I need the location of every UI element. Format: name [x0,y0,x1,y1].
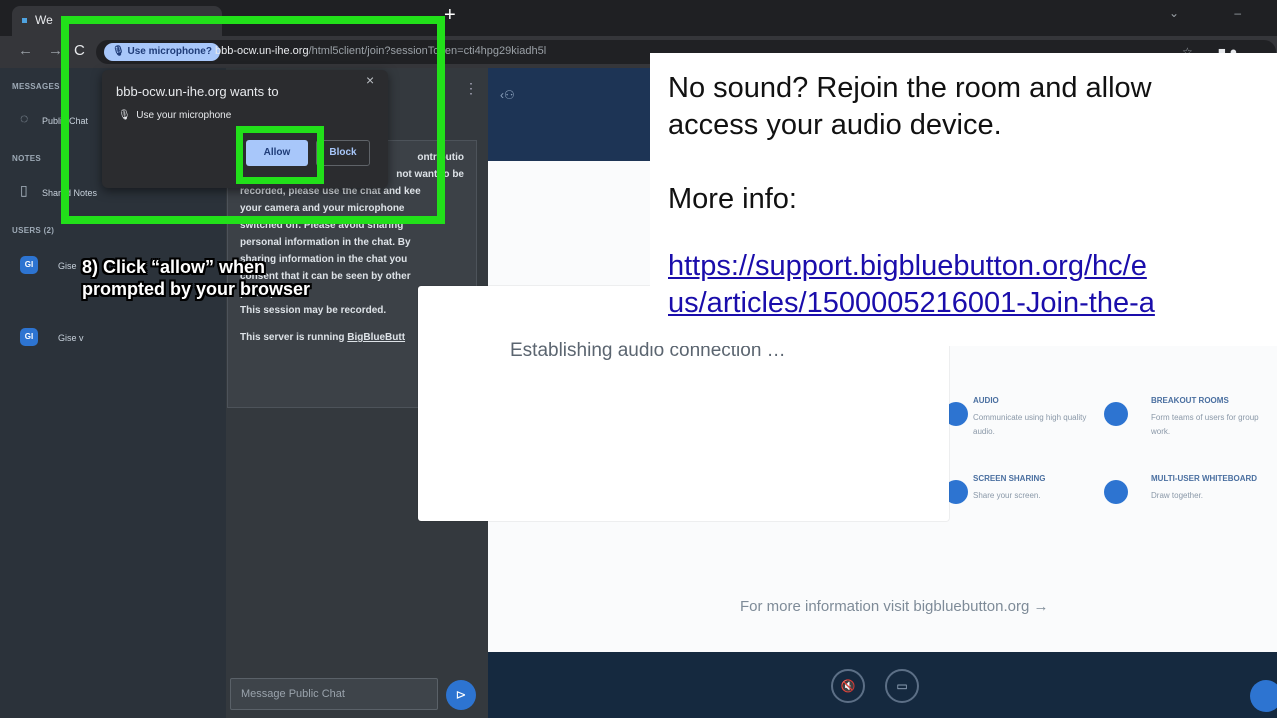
notes-header: NOTES [12,154,42,163]
info-line: access your audio device. [668,109,1002,141]
tab-favicon-icon [22,18,27,24]
user-name[interactable]: Gise v [58,333,84,343]
tab-title: We [35,13,53,27]
feature-title: AUDIO [973,396,999,405]
feature-desc: Draw together. [1151,491,1204,500]
support-link-line[interactable]: https://support.bigbluebutton.org/hc/e [668,248,1155,285]
info-line: More info: [668,183,797,215]
highlight-box [61,16,445,224]
step-caption-line: prompted by your browser [82,279,311,299]
support-link[interactable]: https://support.bigbluebutton.org/hc/e u… [668,248,1155,322]
feature-desc: Communicate using high quality audio. [973,413,1087,436]
feature-title: MULTI-USER WHITEBOARD [1151,474,1258,483]
whiteboard-icon [1104,480,1128,504]
action-bar [488,652,1277,718]
more-info-footer[interactable]: For more information visit bigbluebutton… [740,598,1048,615]
mute-icon[interactable]: 🔇 [831,669,865,703]
feature-title: BREAKOUT ROOMS [1151,396,1229,405]
avatar: GI [20,328,38,346]
info-text: No sound? Rejoin the room and allow acce… [668,70,1152,218]
message-input[interactable]: Message Public Chat [230,678,438,710]
step-caption-line: 8) Click “allow” when [82,257,266,277]
highlight-allow-box [236,126,324,184]
users-header: USERS (2) [12,226,55,235]
info-line: No sound? Rejoin the room and allow [668,72,1152,104]
chat-bubble-icon: ◌ [20,110,29,126]
messages-header: MESSAGES [12,82,60,91]
window-controls[interactable]: ⌄ – [1169,6,1267,20]
step-caption: 8) Click “allow” when prompted by your b… [82,256,442,300]
support-link-line[interactable]: us/articles/1500005216001-Join-the-a [668,285,1155,322]
feature-desc: Form teams of users for group work. [1151,413,1259,436]
chat-options-icon[interactable]: ⋮ [464,80,478,97]
user-name[interactable]: Gise [58,261,77,271]
new-tab-button[interactable]: + [444,4,456,27]
toggle-userlist-icon[interactable]: ‹⚇ [500,88,515,102]
avatar: GI [20,256,38,274]
notes-icon: ▯ [20,182,28,198]
feature-desc: Share your screen. [973,491,1041,500]
presentation-button[interactable] [1250,680,1277,712]
server-note-prefix: This server is running [240,332,348,343]
welcome-line: personal information in the chat. By [240,237,411,248]
breakout-rooms-icon [1104,402,1128,426]
send-button[interactable]: ⊳ [446,680,476,710]
camera-off-icon[interactable]: ▭ [885,669,919,703]
back-icon[interactable]: ← [18,42,33,59]
bigbluebutton-link[interactable]: BigBlueButt [347,332,405,343]
feature-title: SCREEN SHARING [973,474,1046,483]
